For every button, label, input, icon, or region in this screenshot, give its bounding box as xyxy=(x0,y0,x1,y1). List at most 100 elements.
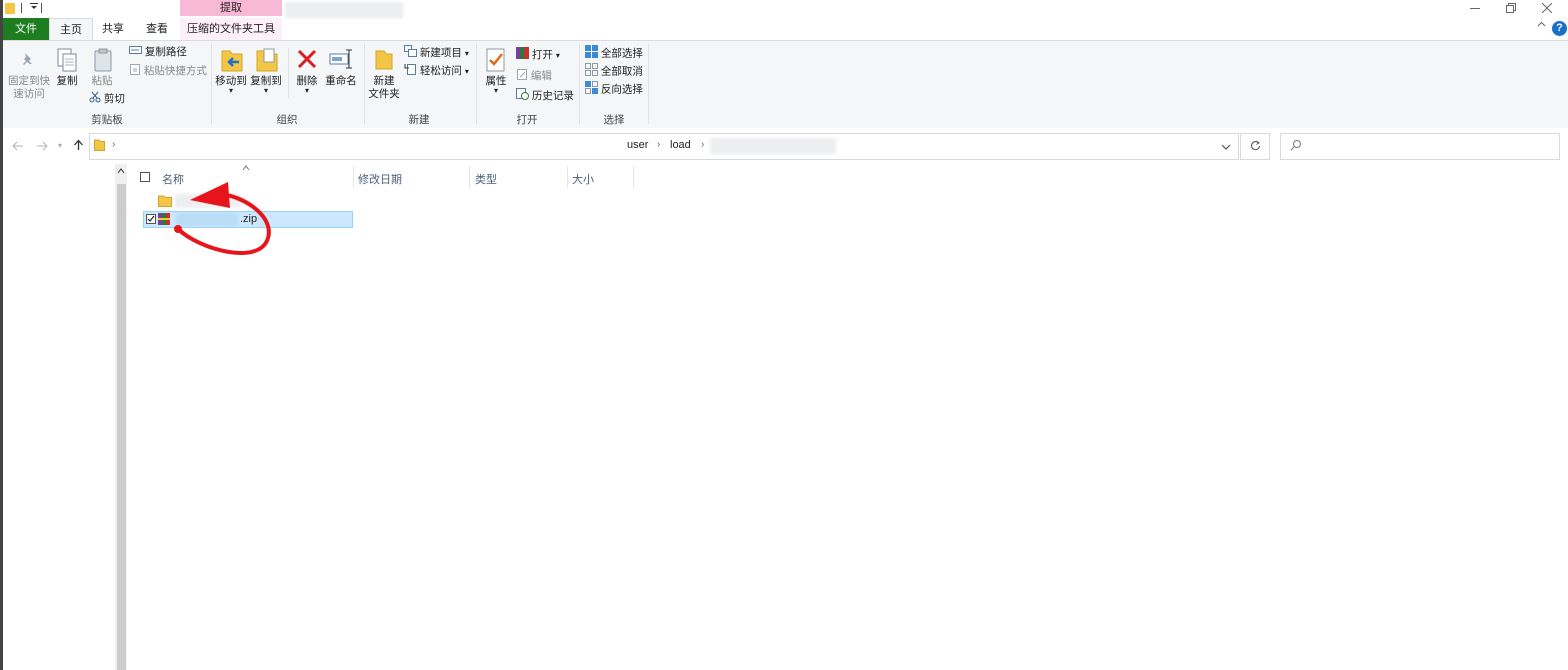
tab-share[interactable]: 共享 xyxy=(93,18,133,40)
copy-to-button[interactable]: 复制到 ▾ xyxy=(249,75,283,95)
open-button[interactable]: 打开 ▾ xyxy=(516,47,560,63)
column-separator[interactable] xyxy=(567,166,568,188)
restore-button[interactable] xyxy=(1494,0,1528,18)
paste-button[interactable]: 粘贴 xyxy=(87,75,117,88)
column-separator[interactable] xyxy=(633,166,634,188)
pin-label-line2: 速访问 xyxy=(13,88,45,100)
invert-selection-label: 反向选择 xyxy=(600,83,643,96)
edit-button[interactable]: 编辑 xyxy=(516,68,552,84)
refresh-icon xyxy=(1250,140,1260,151)
column-header-date[interactable]: 修改日期 xyxy=(358,171,402,189)
dropdown-arrow-icon: ▾ xyxy=(228,86,233,95)
clipboard-group-label: 剪贴板 xyxy=(91,114,123,126)
forward-button[interactable] xyxy=(36,139,48,154)
invert-selection-button[interactable]: 反向选择 xyxy=(585,81,643,98)
cut-button[interactable]: 剪切 xyxy=(89,91,125,107)
properties-button[interactable]: 属性 ▾ xyxy=(481,75,511,95)
collapse-ribbon-icon[interactable] xyxy=(1537,20,1546,32)
easy-access-icon xyxy=(404,63,417,79)
copy-path-button[interactable]: 复制路径 xyxy=(129,45,187,59)
folder-icon xyxy=(5,3,15,14)
new-folder-button[interactable]: 新建 文件夹 xyxy=(366,75,402,101)
cut-label: 剪切 xyxy=(103,92,125,105)
select-all-button[interactable]: 全部选择 xyxy=(585,45,643,62)
breadcrumb-separator-icon: › xyxy=(657,139,661,150)
dropdown-arrow-icon: ▾ xyxy=(555,50,560,60)
new-folder-label-line1: 新建 xyxy=(373,75,395,87)
dropdown-arrow-icon: ▾ xyxy=(493,86,498,95)
select-none-label: 全部取消 xyxy=(600,65,643,78)
column-separator[interactable] xyxy=(353,166,354,188)
refresh-button[interactable] xyxy=(1240,133,1270,160)
breadcrumb-user[interactable]: user xyxy=(627,139,648,151)
select-none-button[interactable]: 全部取消 xyxy=(585,63,643,80)
dropdown-arrow-icon: ▾ xyxy=(304,86,309,95)
quick-access-separator xyxy=(41,3,42,13)
quick-access-separator xyxy=(21,3,22,13)
paste-icon xyxy=(92,47,114,76)
new-group-label: 新建 xyxy=(408,114,430,126)
tab-view[interactable]: 查看 xyxy=(137,18,177,40)
window-title-blurred xyxy=(285,2,403,18)
rename-button[interactable]: 重命名 xyxy=(323,75,359,88)
new-item-icon xyxy=(404,45,417,61)
copy-to-icon xyxy=(255,47,279,76)
paste-shortcut-label: 粘贴快捷方式 xyxy=(143,64,207,77)
copy-path-label: 复制路径 xyxy=(144,46,187,58)
column-header-type[interactable]: 类型 xyxy=(475,171,497,189)
group-separator xyxy=(648,44,649,124)
open-label: 打开 xyxy=(531,48,553,61)
search-icon xyxy=(1290,139,1302,154)
scroll-up-icon[interactable] xyxy=(115,166,127,176)
paste-shortcut-button[interactable]: 粘贴快捷方式 xyxy=(129,63,207,79)
navigation-pane[interactable] xyxy=(3,164,115,670)
rename-icon xyxy=(329,48,355,73)
delete-icon xyxy=(296,48,318,73)
tab-home[interactable]: 主页 xyxy=(49,18,93,41)
tab-compressed-folder-tools[interactable]: 压缩的文件夹工具 xyxy=(180,18,282,40)
column-header-size[interactable]: 大小 xyxy=(572,171,594,189)
column-separator[interactable] xyxy=(469,166,470,188)
pin-quick-access-button[interactable]: 固定到快 速访问 xyxy=(7,75,51,101)
nav-scrollbar-thumb[interactable] xyxy=(117,184,126,670)
new-folder-label-line2: 文件夹 xyxy=(368,88,400,100)
search-input[interactable] xyxy=(1280,133,1560,160)
breadcrumb-separator-icon: › xyxy=(112,139,116,150)
select-none-icon xyxy=(585,63,598,80)
breadcrumb-separator-icon: › xyxy=(701,139,705,150)
select-all-icon xyxy=(585,45,598,62)
new-folder-icon xyxy=(372,47,396,74)
history-icon xyxy=(516,88,529,104)
dropdown-arrow-icon: ▾ xyxy=(464,48,469,58)
history-button[interactable]: 历史记录 xyxy=(516,88,574,104)
easy-access-label: 轻松访问 xyxy=(419,64,462,77)
copy-button[interactable]: 复制 xyxy=(52,75,82,88)
properties-icon xyxy=(485,47,507,76)
sort-ascending-icon xyxy=(242,162,250,174)
breadcrumb-current-blurred[interactable] xyxy=(710,138,836,154)
address-bar[interactable] xyxy=(89,133,1239,160)
recent-locations-icon[interactable]: ▾ xyxy=(58,141,62,150)
help-icon[interactable]: ? xyxy=(1552,21,1567,36)
close-icon xyxy=(1541,2,1553,14)
tab-file[interactable]: 文件 xyxy=(3,18,49,40)
forward-arrow-icon xyxy=(37,141,48,151)
up-button[interactable] xyxy=(73,139,84,154)
close-button[interactable] xyxy=(1530,0,1564,18)
select-all-checkbox[interactable] xyxy=(140,172,150,182)
row-checkbox-checked[interactable] xyxy=(146,214,156,224)
dropdown-arrow-icon: ▾ xyxy=(263,86,268,95)
select-group-label: 选择 xyxy=(603,114,625,126)
group-inner-separator xyxy=(288,48,289,98)
annotation-arrow-icon xyxy=(174,182,271,255)
new-item-button[interactable]: 新建项目 ▾ xyxy=(404,45,469,61)
minimize-button[interactable] xyxy=(1458,0,1492,18)
back-button[interactable] xyxy=(12,139,24,154)
delete-button[interactable]: 删除 ▾ xyxy=(292,75,322,95)
move-to-button[interactable]: 移动到 ▾ xyxy=(214,75,248,95)
breadcrumb-load[interactable]: load xyxy=(670,139,691,151)
pin-label-line1: 固定到快 xyxy=(8,75,50,87)
quick-access-dropdown-icon[interactable] xyxy=(30,1,38,13)
easy-access-button[interactable]: 轻松访问 ▾ xyxy=(404,63,469,79)
address-dropdown-icon[interactable] xyxy=(1221,142,1231,154)
